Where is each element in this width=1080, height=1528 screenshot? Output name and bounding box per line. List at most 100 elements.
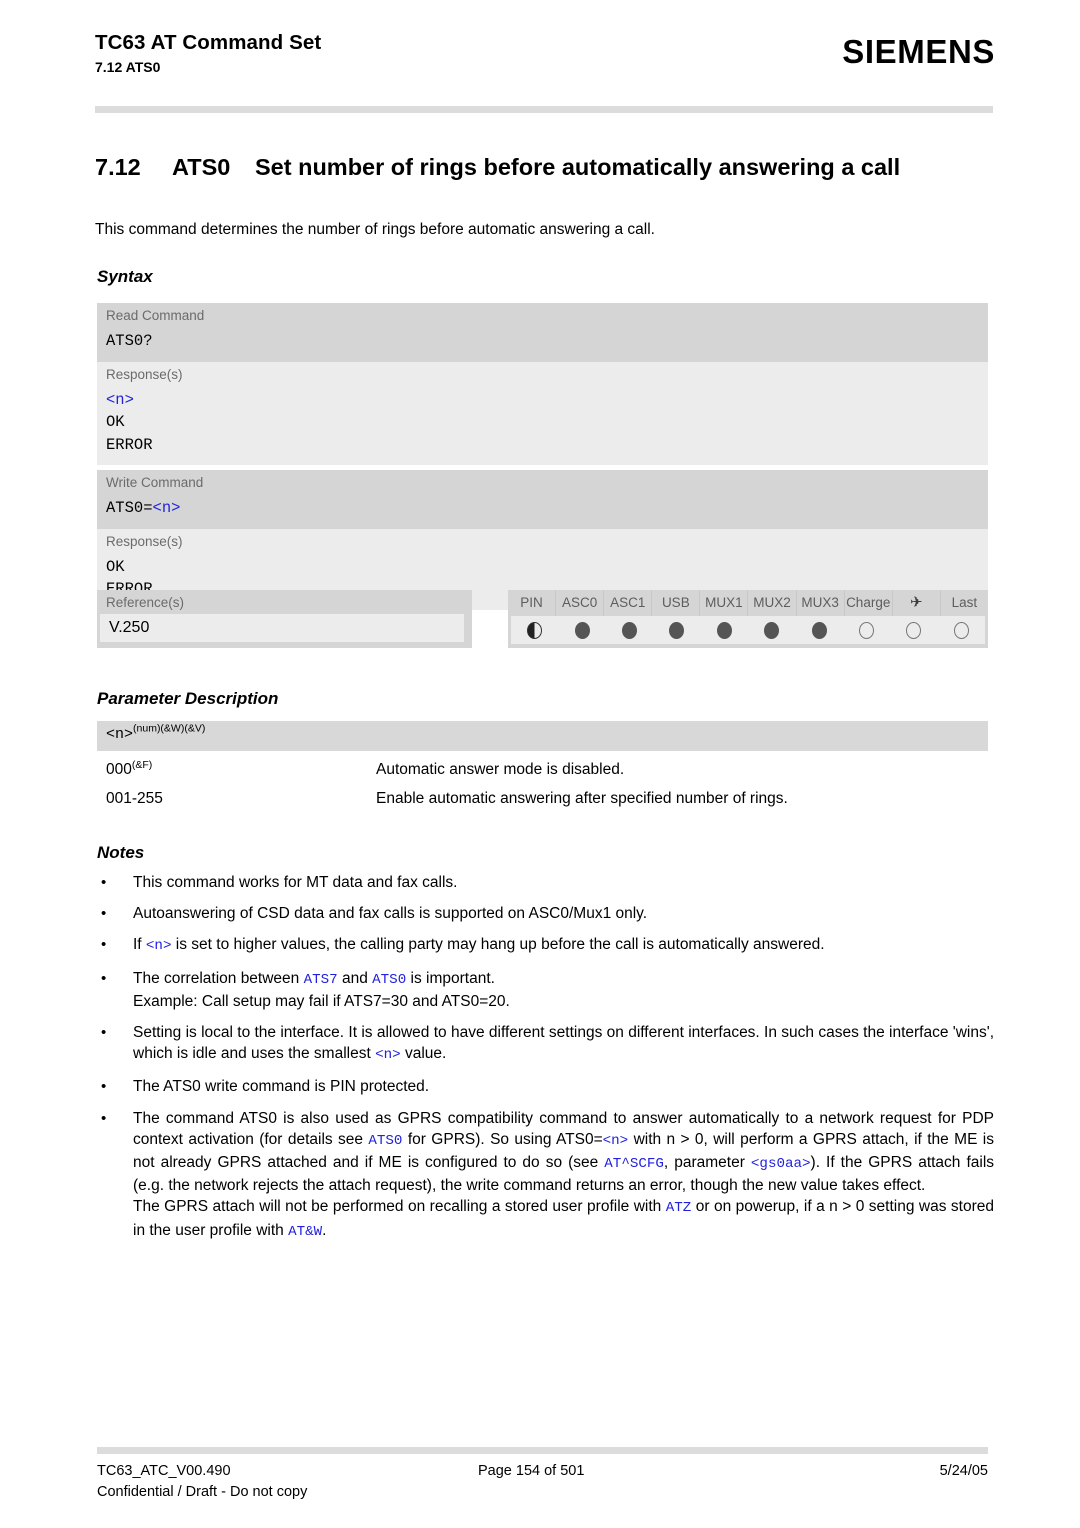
- read-response-param: <n>: [106, 390, 134, 409]
- filled-circle-icon: [811, 621, 827, 639]
- section-number: 7.12: [95, 154, 141, 180]
- parameter-row-desc: Automatic answer mode is disabled.: [376, 761, 625, 778]
- syntax-block-read: Read Command ATS0? Response(s) <n> OK ER…: [97, 303, 988, 465]
- parameter-row-key: 001-255: [106, 788, 376, 809]
- footer-date: 5/24/05: [939, 1463, 988, 1479]
- write-command-value: ATS0=<n>: [97, 493, 988, 529]
- section-intro: This command determines the number of ri…: [95, 221, 655, 238]
- pin-col-usb: USB: [651, 590, 699, 616]
- parameter-row-key: 000(&F): [106, 759, 376, 780]
- command-link[interactable]: AT^SCFG: [604, 1156, 664, 1172]
- parameter-row: 001-255 Enable automatic answering after…: [97, 780, 988, 809]
- bullet-icon: •: [101, 905, 107, 923]
- command-link[interactable]: AT&W: [288, 1224, 322, 1240]
- read-command-value: ATS0?: [97, 326, 988, 362]
- filled-circle-icon: [716, 621, 732, 639]
- footer-line-1: TC63_ATC_V00.490 Page 154 of 501 5/24/05: [97, 1461, 988, 1481]
- filled-circle-icon: [669, 621, 685, 639]
- parameter-row-desc: Enable automatic answering after specifi…: [376, 790, 788, 807]
- write-command-text: ATS0=: [106, 499, 153, 517]
- note-text: The correlation between ATS7 and ATS0 is…: [133, 969, 510, 1010]
- read-command-label: Read Command: [97, 303, 988, 326]
- note-item: • The ATS0 write command is PIN protected…: [97, 1076, 994, 1097]
- document-page: TC63 AT Command Set 7.12 ATS0 SIEMENS 7.…: [0, 0, 1080, 1528]
- command-link[interactable]: <n>: [146, 938, 172, 954]
- empty-circle-icon: [906, 621, 922, 639]
- bullet-icon: •: [101, 1078, 107, 1096]
- notes-list: • This command works for MT data and fax …: [97, 872, 994, 1253]
- filled-circle-icon: [574, 621, 590, 639]
- pin-table-header: PIN ASC0 ASC1 USB MUX1 MUX2 MUX3 Charge …: [508, 590, 988, 616]
- pin-cell-mux3: [795, 616, 842, 644]
- siemens-logo: SIEMENS: [842, 33, 995, 70]
- pin-cell-pin: [511, 616, 558, 644]
- note-item: • Setting is local to the interface. It i…: [97, 1022, 994, 1066]
- pin-col-mux1: MUX1: [699, 590, 747, 616]
- pin-cell-mux2: [748, 616, 795, 644]
- note-text: If <n> is set to higher values, the call…: [133, 936, 825, 955]
- command-link[interactable]: <n>: [375, 1047, 401, 1063]
- pin-col-pin: PIN: [520, 595, 543, 610]
- parameter-key-text: 000: [106, 761, 132, 778]
- page-header: TC63 AT Command Set 7.12 ATS0 SIEMENS: [95, 30, 995, 77]
- reference-pin-row: Reference(s) V.250 PIN ASC0 ASC1 USB MUX…: [97, 590, 988, 648]
- parameter-table: <n>(num)(&W)(&V) 000(&F) Automatic answe…: [97, 721, 988, 809]
- command-link[interactable]: ATZ: [666, 1200, 692, 1216]
- airplane-icon: ✈: [891, 590, 940, 616]
- page-footer: TC63_ATC_V00.490 Page 154 of 501 5/24/05…: [97, 1461, 988, 1502]
- note-item: • This command works for MT data and fax …: [97, 872, 994, 893]
- syntax-heading: Syntax: [97, 267, 153, 286]
- reference-value: V.250: [100, 614, 464, 642]
- pin-col-asc0: ASC0: [555, 590, 603, 616]
- note-item: • If <n> is set to higher values, the cal…: [97, 934, 994, 957]
- pin-col-mux2: MUX2: [747, 590, 795, 616]
- section-command: ATS0: [172, 154, 231, 180]
- pin-cell-airplane: [890, 616, 937, 644]
- read-command-text: ATS0?: [106, 332, 153, 350]
- footer-page-number: Page 154 of 501: [478, 1463, 585, 1479]
- section-title-text: Set number of rings before automatically…: [255, 154, 901, 180]
- command-link[interactable]: ATS7: [304, 972, 338, 988]
- footer-rule: [97, 1447, 988, 1454]
- read-response-error: ERROR: [106, 435, 153, 454]
- note-text: Autoanswering of CSD data and fax calls …: [133, 905, 648, 923]
- pin-cell-asc1: [606, 616, 653, 644]
- pin-col-charge: Charge: [843, 590, 892, 616]
- parameter-name-sup: (num)(&W)(&V): [133, 722, 206, 735]
- pin-col-mux3: MUX3: [795, 590, 844, 616]
- command-link[interactable]: ATS0: [368, 1133, 402, 1149]
- parameter-name: <n>: [106, 726, 134, 743]
- note-text: This command works for MT data and fax c…: [133, 874, 458, 891]
- pin-cell-asc0: [558, 616, 605, 644]
- bullet-icon: •: [101, 1109, 107, 1127]
- note-text: Setting is local to the interface. It is…: [133, 1024, 994, 1064]
- bullet-icon: •: [101, 969, 107, 987]
- command-link[interactable]: <gs0aa>: [751, 1156, 811, 1172]
- syntax-block-write: Write Command ATS0=<n> Response(s) OK ER…: [97, 470, 988, 610]
- notes-heading: Notes: [97, 843, 145, 862]
- parameter-name-row: <n>(num)(&W)(&V): [97, 721, 988, 751]
- bullet-icon: •: [101, 1024, 107, 1042]
- bullet-icon: •: [101, 874, 107, 891]
- empty-circle-icon: [859, 621, 875, 639]
- reference-label: Reference(s): [106, 595, 185, 610]
- parameter-key-sup: (&F): [131, 758, 153, 771]
- pin-col-last: Last: [939, 590, 988, 616]
- filled-circle-icon: [622, 621, 638, 639]
- command-link[interactable]: ATS0: [372, 972, 406, 988]
- parameter-row: 000(&F) Automatic answer mode is disable…: [97, 751, 988, 780]
- pin-col-asc1: ASC1: [603, 590, 651, 616]
- footer-confidential: Confidential / Draft - Do not copy: [97, 1484, 308, 1500]
- read-response-label: Response(s): [97, 361, 988, 385]
- write-response-ok: OK: [106, 557, 125, 576]
- parameter-heading: Parameter Description: [97, 689, 279, 708]
- write-command-label: Write Command: [97, 470, 988, 493]
- page-title: 7.12 ATS0 Set number of rings before autom…: [95, 152, 995, 182]
- note-item: • The correlation between ATS7 and ATS0 i…: [97, 968, 994, 1012]
- pin-cell-charge: [843, 616, 890, 644]
- note-item: • The command ATS0 is also used as GPRS c…: [97, 1108, 994, 1243]
- command-link[interactable]: <n>: [603, 1133, 629, 1149]
- pin-cell-mux1: [701, 616, 748, 644]
- pin-capability-table: PIN ASC0 ASC1 USB MUX1 MUX2 MUX3 Charge …: [508, 590, 988, 648]
- pin-table-cells: [511, 616, 985, 644]
